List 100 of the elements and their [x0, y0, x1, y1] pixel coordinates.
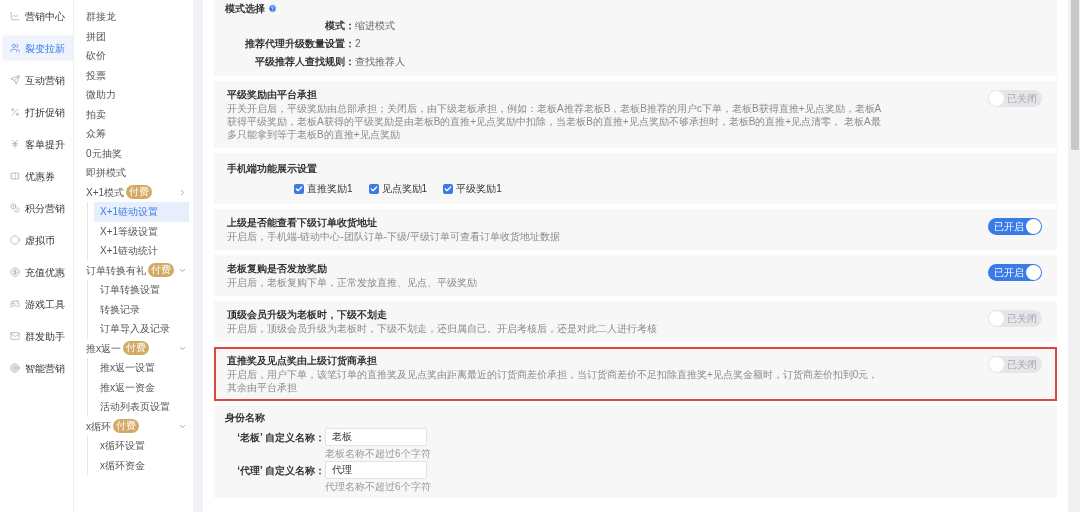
submenu-subitem[interactable]: 活动列表页设置: [94, 397, 189, 417]
submenu-label: x循环: [86, 419, 111, 434]
submenu-label: 微助力: [86, 88, 116, 103]
sidebar-item[interactable]: 互动营销: [3, 68, 73, 92]
sidebar-item[interactable]: 裂变拉新: [3, 36, 73, 60]
card-description: 开启后，顶级会员升级为老板时，下级不划走，还归属自己。开启考核后，还是对此二人进行考核: [227, 322, 657, 335]
submenu-label: 推x返一: [86, 341, 121, 356]
field-value: 查找推荐人: [355, 54, 405, 69]
submenu-subitem[interactable]: 推x返一资金: [94, 377, 189, 397]
card-title: 上级是否能查看下级订单收货地址: [227, 216, 378, 230]
submenu-label: 0元抽奖: [86, 146, 122, 161]
submenu-subitem[interactable]: 订单导入及记录: [94, 319, 189, 339]
toggle-knob: [989, 91, 1004, 106]
submenu-item[interactable]: 众筹: [86, 124, 189, 144]
submenu-subitem[interactable]: X+1链动统计: [94, 241, 189, 261]
check-icon: [444, 184, 453, 193]
dollar-icon: [10, 267, 20, 277]
submenu-item[interactable]: 0元抽奖: [86, 143, 189, 163]
chart-icon: [10, 11, 20, 21]
sidebar-item[interactable]: 打折促销: [3, 100, 73, 124]
card-title: 老板复购是否发放奖励: [227, 262, 328, 276]
checkbox[interactable]: [443, 183, 454, 194]
sidebar-item[interactable]: 群发助手: [3, 324, 73, 348]
sidebar-item[interactable]: 客单提升: [3, 132, 73, 156]
submenu-item[interactable]: 砍价: [86, 46, 189, 66]
submenu-label: 群接龙: [86, 10, 116, 25]
card-description: 开关开启后，平级奖励由总部承担；关闭后，由下级老板承担，例如：老板A推荐老板B，老板B推荐的用户c下单，老板B获得直推+见点奖励，老板A获得平级奖励，老板A获得的平级奖励是由老板B的直推+见点奖励中扣除，当老板B的直推+见点奖励不够承担时，老板B的直推+见点清零， 老板A最多只能拿到等于老板B的直推+见点奖励: [227, 102, 883, 141]
paid-badge: 付费: [126, 185, 153, 200]
submenu-subitem[interactable]: 推x返一设置: [94, 358, 189, 378]
field-label: 模式：: [324, 18, 355, 33]
submenu-label: 即拼模式: [86, 166, 126, 181]
circle-icon: [10, 235, 20, 245]
section-title: 模式选择: [225, 2, 265, 16]
submenu-subitem[interactable]: 转换记录: [94, 299, 189, 319]
submenu-item[interactable]: 群接龙: [86, 7, 189, 27]
submenu-item[interactable]: 订单转换有礼 付费: [86, 260, 189, 280]
submenu-subitem[interactable]: X+1链动设置: [94, 202, 189, 222]
input-field[interactable]: 代理: [325, 461, 427, 479]
toggle-switch[interactable]: 已开启: [988, 218, 1042, 235]
input-field[interactable]: 老板: [325, 428, 427, 446]
target-icon: [10, 363, 20, 373]
toggle-switch[interactable]: 已开启: [988, 264, 1042, 281]
checkbox[interactable]: [294, 183, 304, 194]
ticket-icon: [10, 171, 20, 181]
check-icon: [369, 184, 378, 193]
checkbox-option[interactable]: 平级奖励1: [443, 181, 502, 196]
sidebar-item[interactable]: 充值优惠: [3, 260, 73, 284]
submenu-item[interactable]: 拍卖: [86, 104, 189, 124]
card-description: 开启后，用户下单，该笔订单的直推奖及见点奖由距离最近的订货商差价承担，当订货商差价不足扣除直推奖+见点奖金额时，订货商差价扣到0元，其余由平台承担: [227, 368, 880, 394]
toggle-label: 已开启: [994, 221, 1024, 232]
sidebar-item[interactable]: 游戏工具: [3, 292, 73, 316]
users-icon: [10, 43, 20, 53]
chevron-right-icon: [178, 187, 187, 197]
paid-badge: 付费: [113, 419, 139, 434]
submenu-item[interactable]: 投票: [86, 65, 189, 85]
sidebar-item[interactable]: 优惠券: [3, 164, 73, 188]
submenu-label: 订单转换有礼: [86, 263, 146, 278]
checkbox-option[interactable]: 直推奖励1: [294, 181, 353, 196]
sidebar-item[interactable]: 积分营销: [3, 196, 73, 220]
field-value: 2: [355, 36, 361, 51]
submenu-subitem[interactable]: X+1等级设置: [94, 221, 189, 241]
submenu-item[interactable]: 微助力: [86, 85, 189, 105]
field-label: ‘代理’ 自定义名称：: [236, 463, 325, 478]
toggle-knob: [1026, 219, 1041, 234]
field-hint: 代理名称不超过6个字符: [324, 480, 432, 493]
submenu-item[interactable]: 拼团: [86, 26, 189, 46]
submenu-subitem[interactable]: x循环设置: [94, 436, 189, 456]
toggle-knob: [989, 357, 1004, 372]
submenu-item[interactable]: 推x返一 付费: [86, 338, 189, 358]
field-label: 推荐代理升级数量设置：: [244, 36, 355, 51]
toggle-knob: [1026, 265, 1041, 280]
check-icon: [295, 184, 303, 193]
submenu-subitem[interactable]: x循环资金: [94, 455, 189, 475]
submenu-item[interactable]: 即拼模式: [86, 163, 189, 183]
field-label: 平级推荐人查找规则：: [254, 54, 355, 69]
checkbox-option[interactable]: 见点奖励1: [368, 181, 428, 196]
submenu-item[interactable]: X+1模式 付费: [86, 182, 189, 202]
checkbox[interactable]: [368, 183, 379, 194]
card-description: 开启后，手机端-链动中心-团队订单-下级/平级订单可查看订单收货地址数据: [227, 230, 560, 243]
card-description: 开启后，老板复购下单，正常发放直推、见点、平级奖励: [227, 276, 477, 289]
paper-plane-icon: [10, 75, 20, 85]
section-title: 身份名称: [225, 411, 266, 425]
paid-badge: 付费: [123, 341, 149, 356]
field-hint: 老板名称不超过6个字符: [324, 447, 432, 460]
card-title: 顶级会员升级为老板时，下级不划走: [227, 308, 388, 322]
sidebar-item[interactable]: 营销中心: [3, 4, 73, 28]
submenu-label: 拼团: [86, 29, 106, 44]
submenu-label: 投票: [86, 68, 106, 83]
submenu-label: 拍卖: [86, 107, 106, 122]
submenu-label: 砍价: [86, 49, 106, 64]
toggle-label: 已开启: [994, 267, 1024, 278]
help-icon: [268, 4, 277, 13]
percent-icon: [10, 107, 20, 117]
scrollbar-thumb[interactable]: [1071, 0, 1079, 150]
yen-icon: [10, 139, 20, 149]
sidebar-item[interactable]: 虚拟币: [3, 228, 73, 252]
submenu-item[interactable]: x循环 付费: [86, 416, 189, 436]
submenu-label: X+1模式: [86, 185, 125, 200]
submenu-subitem[interactable]: 订单转换设置: [94, 280, 189, 300]
sidebar-item[interactable]: 智能营销: [3, 356, 73, 380]
